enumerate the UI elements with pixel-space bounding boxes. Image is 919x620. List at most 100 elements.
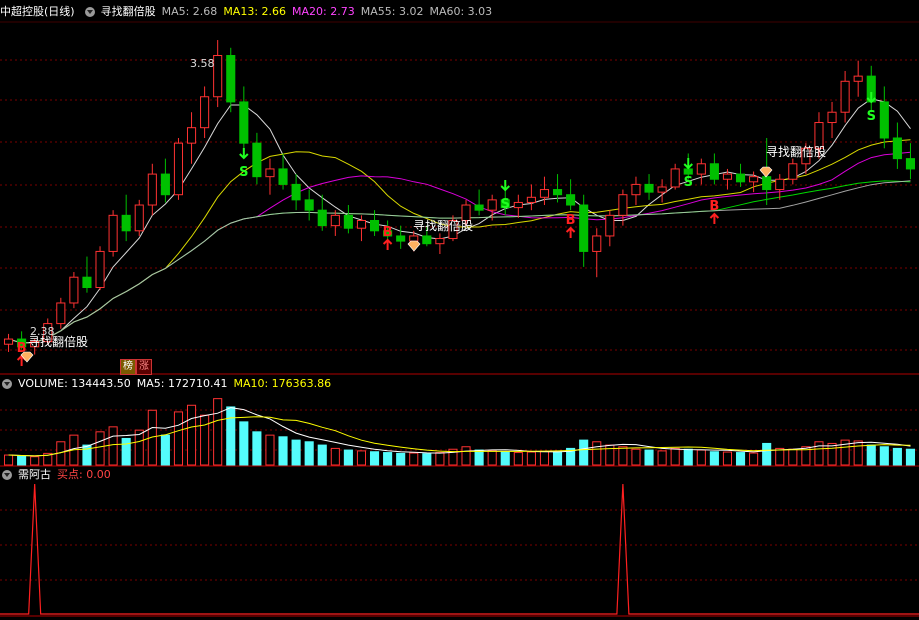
ma55-value: MA55: 3.02 xyxy=(360,5,424,18)
candle-body xyxy=(879,101,889,139)
candle-body xyxy=(696,163,706,175)
volume-bar xyxy=(670,447,680,466)
bang-flag[interactable]: 榜 xyxy=(120,359,136,375)
candle-body xyxy=(278,168,288,185)
indicator-name[interactable]: 寻找翻倍股 xyxy=(101,4,156,20)
candle-body xyxy=(95,250,105,289)
candle-body xyxy=(827,111,837,124)
volume-dropdown-icon[interactable] xyxy=(2,379,12,389)
candle-body xyxy=(56,302,66,325)
high-price-label: 3.58 xyxy=(190,57,215,70)
candle-body xyxy=(213,55,223,98)
candle-body xyxy=(474,204,484,211)
candle-body xyxy=(356,219,367,229)
candle-body xyxy=(82,276,92,289)
volume-bar xyxy=(892,447,902,466)
volume-bar xyxy=(422,453,432,466)
candle-body xyxy=(592,235,602,252)
stock-name[interactable]: 中超控股 xyxy=(0,4,44,20)
signal-text-3: 寻找翻倍股 xyxy=(766,145,827,159)
buy-signal-line xyxy=(0,483,919,615)
candle-body xyxy=(853,75,863,82)
volume-bar xyxy=(709,451,719,466)
volume-bar xyxy=(827,442,837,466)
candle-body xyxy=(644,183,654,193)
candle-body xyxy=(343,214,353,229)
volume-bar xyxy=(186,404,197,466)
candle-body xyxy=(304,199,314,211)
candle-body xyxy=(317,209,327,227)
volume-bar xyxy=(539,450,550,466)
candle-body xyxy=(435,238,445,245)
candle-body xyxy=(905,158,916,170)
volume-bar xyxy=(409,452,419,466)
candle-body xyxy=(173,142,184,196)
indicator-dropdown-icon[interactable] xyxy=(2,470,12,480)
candle-body xyxy=(186,127,197,144)
candle-body xyxy=(487,199,497,211)
volume-bar xyxy=(200,414,210,466)
candle-body xyxy=(762,176,772,191)
volume-bar xyxy=(396,452,406,466)
candle-body xyxy=(657,186,667,193)
candle-body xyxy=(396,235,406,242)
zhang-flag[interactable]: 涨 xyxy=(136,359,152,375)
volume-bar xyxy=(121,437,131,466)
stock-chart: BBBBSSSS xyxy=(0,21,919,617)
volume-ma5: MA5: 172710.41 xyxy=(136,377,228,390)
volume-bar xyxy=(369,451,380,466)
candle-body xyxy=(605,214,615,237)
volume-bar xyxy=(762,442,772,466)
volume-bar xyxy=(749,452,759,466)
candle-body xyxy=(579,204,589,252)
ma5-value: MA5: 2.68 xyxy=(161,5,218,18)
candle-body xyxy=(683,168,693,175)
candle-body xyxy=(252,142,262,178)
diamond-icon xyxy=(759,166,773,178)
candle-body xyxy=(121,214,131,232)
dropdown-icon[interactable] xyxy=(84,7,95,17)
sell-marker: S xyxy=(867,109,876,124)
volume-bar xyxy=(631,448,641,466)
volume-bar xyxy=(592,441,602,466)
volume-bar xyxy=(160,434,170,466)
volume-bar xyxy=(95,431,105,466)
period-label: (日线) xyxy=(44,5,75,18)
candle-body xyxy=(226,55,236,103)
volume-bar xyxy=(330,447,340,466)
volume-bar xyxy=(108,426,118,466)
buy-marker: B xyxy=(383,225,393,240)
buy-marker: B xyxy=(709,199,719,214)
candle-body xyxy=(422,235,432,245)
volume-bar xyxy=(461,446,471,466)
volume-bar xyxy=(735,452,746,466)
volume-bar xyxy=(487,450,497,466)
ma20-value: MA20: 2.73 xyxy=(292,5,355,18)
candle-body xyxy=(160,173,170,196)
volume-bar xyxy=(500,451,510,466)
volume-bar xyxy=(304,441,314,466)
candle-body xyxy=(539,189,550,198)
volume-bar xyxy=(853,440,863,466)
indicator-title[interactable]: 需阿古 xyxy=(18,467,51,483)
buy-point-value: 买点: 0.00 xyxy=(57,468,111,481)
ma60-value: MA60: 3.03 xyxy=(429,5,493,18)
sell-marker: S xyxy=(239,165,248,180)
volume-bar xyxy=(905,448,916,466)
candle-body xyxy=(69,276,79,304)
candle-body xyxy=(291,183,301,201)
volume-bar xyxy=(513,452,523,466)
indicator-header: 需阿古 买点: 0.00 xyxy=(0,467,117,483)
volume-bar xyxy=(134,429,144,466)
volume-value: VOLUME: 134443.50 xyxy=(18,377,131,390)
candle-body xyxy=(200,96,210,129)
candle-body xyxy=(147,173,157,206)
volume-bar xyxy=(3,454,14,466)
volume-bar xyxy=(226,406,236,466)
candle-body xyxy=(513,201,523,209)
sell-marker: S xyxy=(501,197,510,212)
volume-bar xyxy=(239,421,249,466)
volume-bar xyxy=(775,447,785,466)
candle-body xyxy=(330,214,340,227)
candle-body xyxy=(552,189,563,196)
